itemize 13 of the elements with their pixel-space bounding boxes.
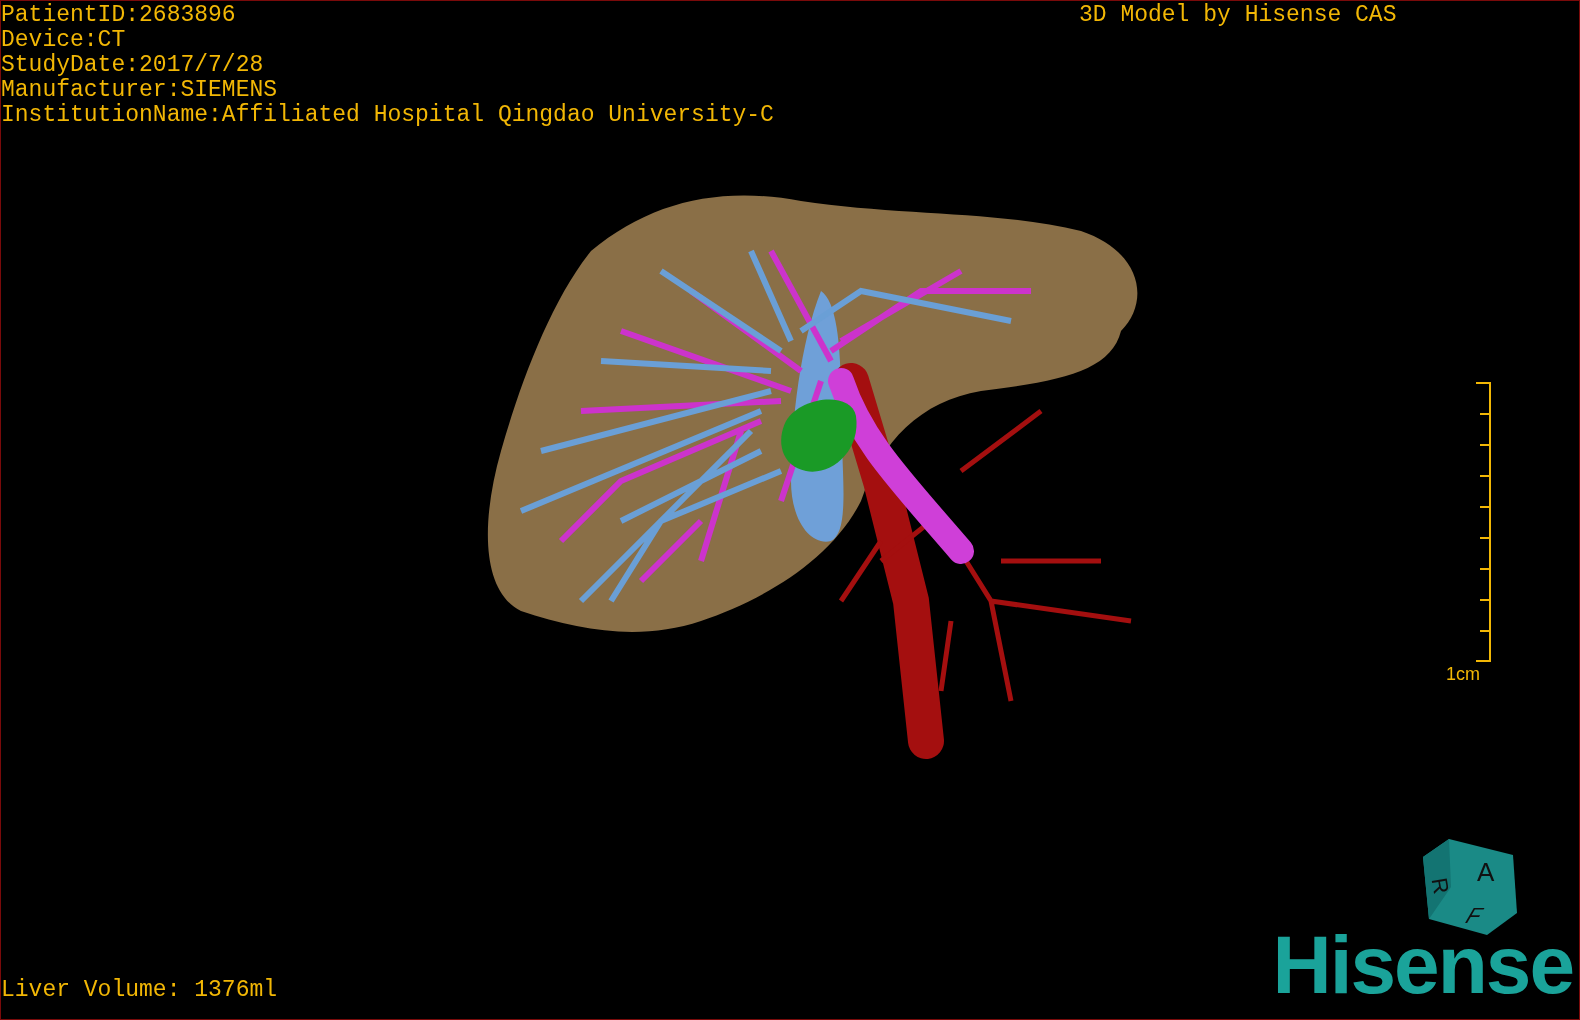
cube-face-label: R xyxy=(1426,875,1454,896)
orientation-cube-drawing[interactable] xyxy=(1423,839,1517,935)
patient-info-line: InstitutionName:Affiliated Hospital Qingdao University-C xyxy=(1,103,774,128)
brand-logo: Hisense xyxy=(1272,925,1573,1005)
patient-info-line: StudyDate:2017/7/28 xyxy=(1,53,265,78)
patient-info-line: PatientID:2683896 xyxy=(1,3,237,28)
patient-info-line: Manufacturer:SIEMENS xyxy=(1,78,279,103)
patient-info-line: Device:CT xyxy=(1,28,127,53)
cube-face-label: F xyxy=(1460,902,1489,928)
viewer-title: 3D Model by Hisense CAS xyxy=(1079,3,1397,28)
scale-label: 1cm xyxy=(1446,664,1480,684)
liver-volume-text: Liver Volume: 1376ml xyxy=(1,978,278,1003)
cube-face-label: A xyxy=(1477,857,1495,887)
